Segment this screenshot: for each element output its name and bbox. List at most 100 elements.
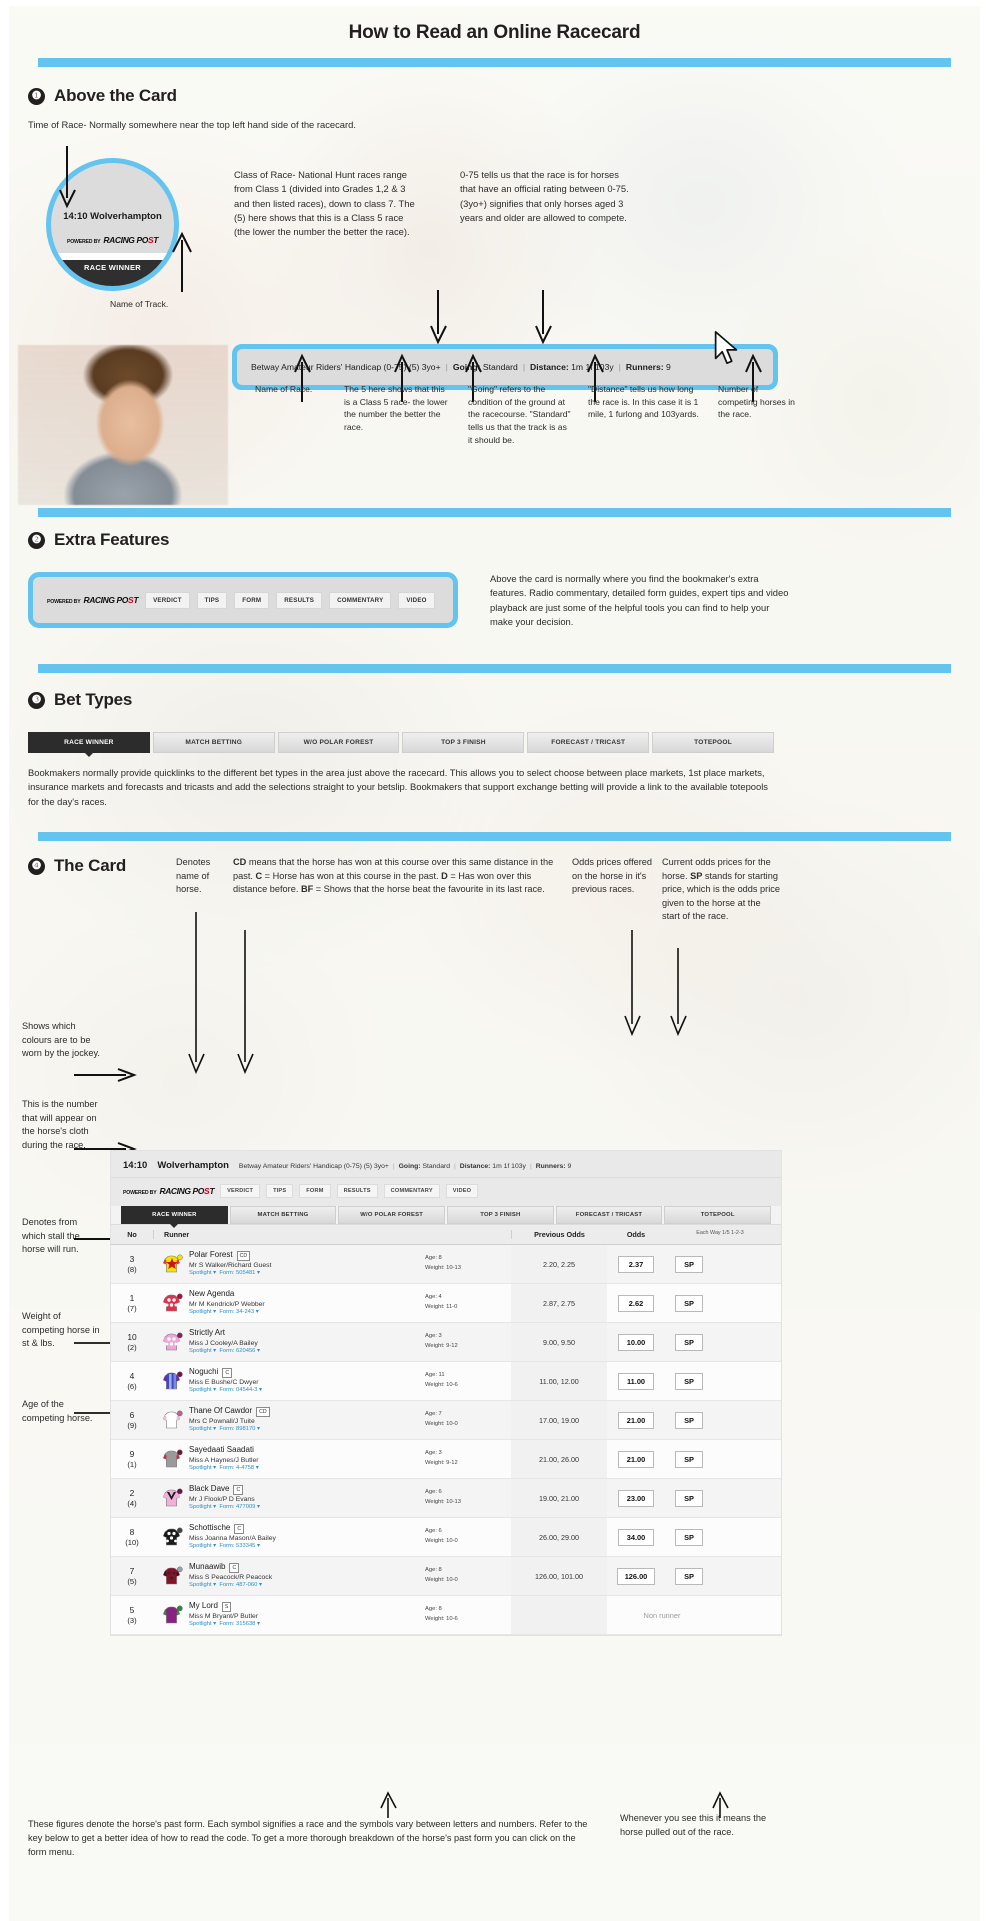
horse-name[interactable]: New Agenda: [189, 1289, 234, 1300]
section-4-number: ❹: [28, 857, 45, 875]
horse-form-links[interactable]: Spotlight ▾ Form: 898170 ▾: [189, 1426, 270, 1434]
sp-cell: SP: [665, 1255, 713, 1273]
age-weight-cell: Age: 3 Weight: 9-12: [425, 1449, 511, 1469]
odds-button[interactable]: 21.00: [618, 1411, 654, 1429]
horse-name[interactable]: Schottische: [189, 1523, 230, 1534]
card-chip-form[interactable]: FORM: [299, 1184, 331, 1198]
horse-name[interactable]: Sayedaati Saadati: [189, 1445, 254, 1456]
arrow-form-note: [380, 1791, 397, 1818]
horse-weight: Weight: 10-13: [425, 1265, 461, 1271]
card-chip-tips[interactable]: TIPS: [266, 1184, 294, 1198]
horse-form-links[interactable]: Spotlight ▾ Form: 620456 ▾: [189, 1348, 260, 1356]
odds-button[interactable]: 2.37: [618, 1255, 654, 1273]
section-4-title: The Card: [54, 856, 127, 875]
sp-button[interactable]: SP: [675, 1567, 703, 1585]
bet-tab-race-winner[interactable]: RACE WINNER: [28, 732, 150, 757]
person-photo: [18, 345, 228, 505]
card-bet-tab-totepool[interactable]: TOTEPOOL: [664, 1206, 772, 1224]
sp-cell: SP: [665, 1372, 713, 1390]
odds-button[interactable]: 21.00: [618, 1450, 654, 1468]
sp-cell: SP: [665, 1450, 713, 1468]
horse-connections: Miss E Bushe/C Dwyer: [189, 1378, 259, 1386]
runner-cell: Schottische C Miss Joanna Mason/A Bailey Sp…: [153, 1523, 425, 1551]
horse-form-links[interactable]: Spotlight ▾ Form: 4-4758 ▾: [189, 1465, 259, 1473]
sp-button[interactable]: SP: [675, 1294, 703, 1312]
odds-button[interactable]: 34.00: [618, 1528, 654, 1546]
annot-cd-explain: CD means that the horse has won at this …: [233, 856, 563, 897]
odds-button[interactable]: 2.62: [618, 1294, 654, 1312]
bet-tab-totepool[interactable]: TOTEPOOL: [652, 732, 774, 753]
chip-commentary[interactable]: COMMENTARY: [329, 591, 392, 609]
sp-button[interactable]: SP: [675, 1255, 703, 1273]
sp-button[interactable]: SP: [675, 1489, 703, 1507]
bet-tab-match-betting[interactable]: MATCH BETTING: [152, 732, 275, 753]
cloth-number: 9: [129, 1449, 135, 1459]
sp-button[interactable]: SP: [675, 1333, 703, 1351]
horse-form-links[interactable]: Spotlight ▾ Form: 533345 ▾: [189, 1543, 276, 1551]
odds-button[interactable]: 126.00: [616, 1567, 656, 1585]
horse-form-links[interactable]: Spotlight ▾ Form: 315638 ▾: [189, 1621, 260, 1629]
card-bet-tab-wo-polar-forest[interactable]: W/O POLAR FOREST: [338, 1206, 446, 1224]
circle-time-track: 14:10 Wolverhampton: [63, 211, 162, 222]
infographic-page: How to Read an Online Racecard ❶ Above t…: [0, 0, 989, 1921]
horse-form-links[interactable]: Spotlight ▾ Form: 477009 ▾: [189, 1504, 260, 1512]
chip-tips[interactable]: TIPS: [196, 591, 228, 609]
chip-results[interactable]: RESULTS: [276, 591, 323, 609]
card-chip-commentary[interactable]: COMMENTARY: [383, 1184, 440, 1198]
horse-name[interactable]: Polar Forest: [189, 1250, 233, 1261]
sp-button[interactable]: SP: [675, 1528, 703, 1546]
odds-button[interactable]: 23.00: [618, 1489, 654, 1507]
horse-name[interactable]: My Lord: [189, 1601, 218, 1612]
bet-tab-forecast-tricast[interactable]: FORECAST / TRICAST: [527, 732, 650, 753]
bet-tab-top-3-finish[interactable]: TOP 3 FINISH: [402, 732, 525, 753]
horse-name[interactable]: Black Dave: [189, 1484, 229, 1495]
section-4-header: ❹ The Card: [28, 856, 126, 876]
table-row: 4 (6) Noguchi C Miss E Bushe/C Dwyer Spotligh…: [111, 1362, 781, 1401]
section-2-note: Above the card is normally where you fin…: [490, 573, 789, 627]
card-chip-verdict[interactable]: VERDICT: [220, 1184, 261, 1198]
odds-button[interactable]: 10.00: [618, 1333, 654, 1351]
card-chip-results[interactable]: RESULTS: [336, 1184, 378, 1198]
racecard-distance-label: Distance:: [459, 1163, 491, 1170]
sp-cell: SP: [665, 1567, 713, 1585]
horse-name[interactable]: Munaawib: [189, 1562, 225, 1573]
chip-form[interactable]: FORM: [234, 591, 270, 609]
horse-tag: CD: [236, 1250, 251, 1261]
column-header-runner: Runner: [153, 1230, 425, 1239]
horse-name[interactable]: Strictly Art: [189, 1328, 225, 1339]
card-chip-video[interactable]: VIDEO: [445, 1184, 479, 1198]
runner-cell: Noguchi C Miss E Bushe/C Dwyer Spotlight ▾ …: [153, 1367, 425, 1395]
section-1-header: ❶ Above the Card: [28, 86, 177, 106]
horse-name-row: Black Dave C: [189, 1484, 260, 1495]
horse-form-links[interactable]: Spotlight ▾ Form: 487-060 ▾: [189, 1582, 272, 1590]
horse-form-links[interactable]: Spotlight ▾ Form: 505481 ▾: [189, 1270, 271, 1278]
horse-weight: Weight: 10-0: [425, 1538, 458, 1544]
card-bet-tab-match-betting[interactable]: MATCH BETTING: [229, 1206, 337, 1224]
age-weight-cell: Age: 6 Weight: 10-13: [425, 1488, 511, 1508]
stall-draw: (1): [127, 1459, 137, 1469]
chip-verdict[interactable]: VERDICT: [145, 591, 190, 609]
racecard-runners-label: Runners:: [535, 1163, 566, 1170]
card-bet-tab-forecast-tricast[interactable]: FORECAST / TRICAST: [555, 1206, 663, 1224]
section-2-header: ❷ Extra Features: [28, 530, 170, 550]
sp-button[interactable]: SP: [675, 1450, 703, 1468]
sp-button[interactable]: SP: [675, 1411, 703, 1429]
card-bet-tab-top-3-finish[interactable]: TOP 3 FINISH: [447, 1206, 554, 1224]
horse-name[interactable]: Thane Of Cawdor: [189, 1406, 252, 1417]
horse-age: Age: 8: [425, 1606, 442, 1613]
chip-video[interactable]: VIDEO: [398, 591, 435, 609]
horse-form-links[interactable]: Spotlight ▾ Form: 34-243 ▾: [189, 1309, 265, 1317]
cloth-number-cell: 6 (9): [111, 1410, 153, 1430]
previous-odds-cell: 2.20, 2.25: [511, 1245, 607, 1283]
sp-button[interactable]: SP: [675, 1372, 703, 1390]
bet-tab-wo-polar-forest[interactable]: W/O POLAR FOREST: [277, 732, 400, 753]
runner-cell: New Agenda Mr M Kendrick/P Webber Spotligh…: [153, 1289, 425, 1317]
cloth-number: 10: [127, 1332, 137, 1342]
previous-odds-cell: [511, 1596, 607, 1634]
previous-odds-cell: 9.00, 9.50: [511, 1323, 607, 1361]
odds-button[interactable]: 11.00: [618, 1372, 654, 1390]
horse-name[interactable]: Noguchi: [189, 1367, 218, 1378]
horse-form-links[interactable]: Spotlight ▾ Form: 04544-3 ▾: [189, 1387, 262, 1395]
card-bet-tab-race-winner[interactable]: RACE WINNER: [121, 1206, 228, 1228]
table-row: 2 (4) Black Dave C Mr J Flook/P D Evans Spotl…: [111, 1479, 781, 1518]
